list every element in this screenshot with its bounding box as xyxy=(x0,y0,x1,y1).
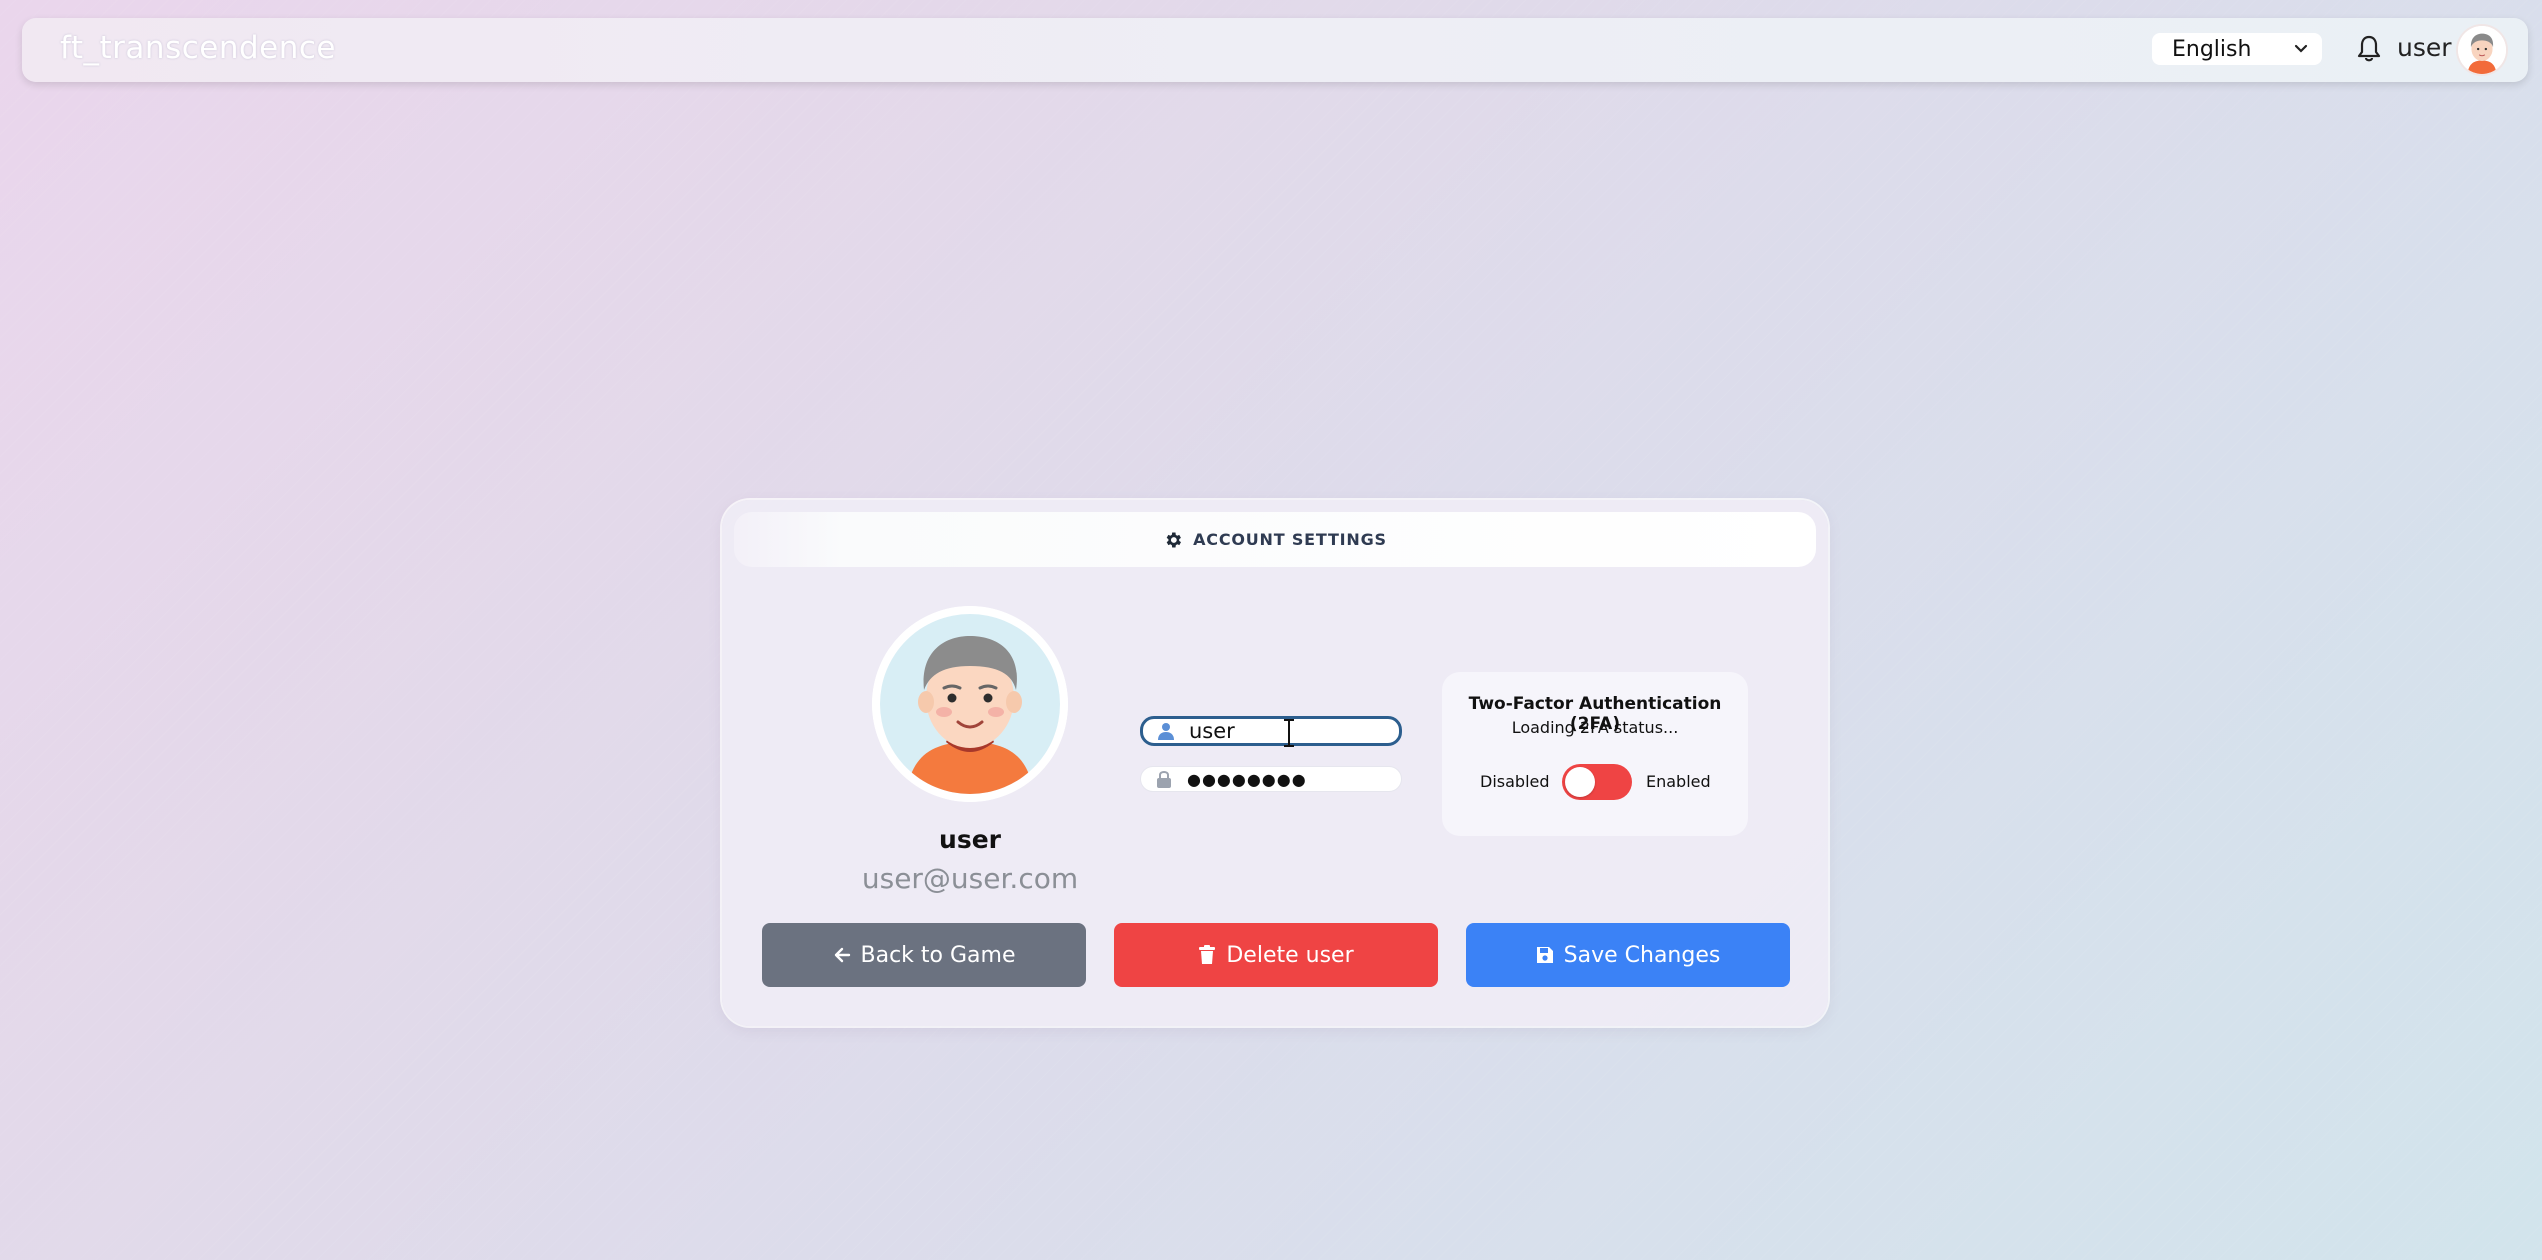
two-factor-toggle-row: Disabled Enabled xyxy=(1442,762,1748,802)
bell-icon[interactable] xyxy=(2356,34,2382,64)
two-factor-panel: Two-Factor Authentication (2FA) Loading … xyxy=(1442,672,1748,836)
profile-avatar[interactable] xyxy=(872,606,1068,802)
toggle-label-disabled: Disabled xyxy=(1480,772,1550,791)
back-to-game-button[interactable]: Back to Game xyxy=(762,923,1086,987)
text-cursor-icon xyxy=(1282,718,1296,748)
toggle-knob xyxy=(1565,767,1595,797)
delete-user-label: Delete user xyxy=(1226,942,1354,968)
profile-email: user@user.com xyxy=(861,862,1079,895)
top-navbar: ft_transcendence English user xyxy=(22,18,2528,82)
username-input[interactable] xyxy=(1189,719,1369,743)
delete-user-button[interactable]: Delete user xyxy=(1114,923,1438,987)
card-title: ACCOUNT SETTINGS xyxy=(1193,530,1387,549)
language-select-value: English xyxy=(2172,36,2252,62)
two-factor-toggle[interactable] xyxy=(1562,764,1632,800)
save-icon xyxy=(1536,947,1553,963)
arrow-left-icon xyxy=(834,947,850,963)
save-changes-label: Save Changes xyxy=(1563,942,1721,968)
nav-avatar[interactable] xyxy=(2458,26,2506,74)
user-icon xyxy=(1158,723,1174,740)
back-to-game-label: Back to Game xyxy=(860,942,1016,968)
language-select[interactable]: English xyxy=(2152,33,2322,65)
gear-icon xyxy=(1166,532,1182,547)
chevron-down-icon xyxy=(2294,39,2308,63)
trash-icon xyxy=(1199,945,1216,964)
two-factor-status: Loading 2FA status... xyxy=(1511,718,1679,737)
username-field[interactable] xyxy=(1140,716,1402,746)
lock-icon xyxy=(1157,771,1171,788)
card-header: ACCOUNT SETTINGS xyxy=(734,512,1816,567)
brand-logo[interactable]: ft_transcendence xyxy=(60,30,336,66)
toggle-label-enabled: Enabled xyxy=(1646,772,1711,791)
nav-username[interactable]: user xyxy=(2397,33,2452,62)
password-value: ●●●●●●●● xyxy=(1187,769,1307,789)
account-settings-card: ACCOUNT SETTINGS user user@user.com user… xyxy=(722,500,1828,1026)
profile-name: user xyxy=(939,825,1001,854)
save-changes-button[interactable]: Save Changes xyxy=(1466,923,1790,987)
password-field[interactable]: ●●●●●●●● xyxy=(1140,766,1402,792)
